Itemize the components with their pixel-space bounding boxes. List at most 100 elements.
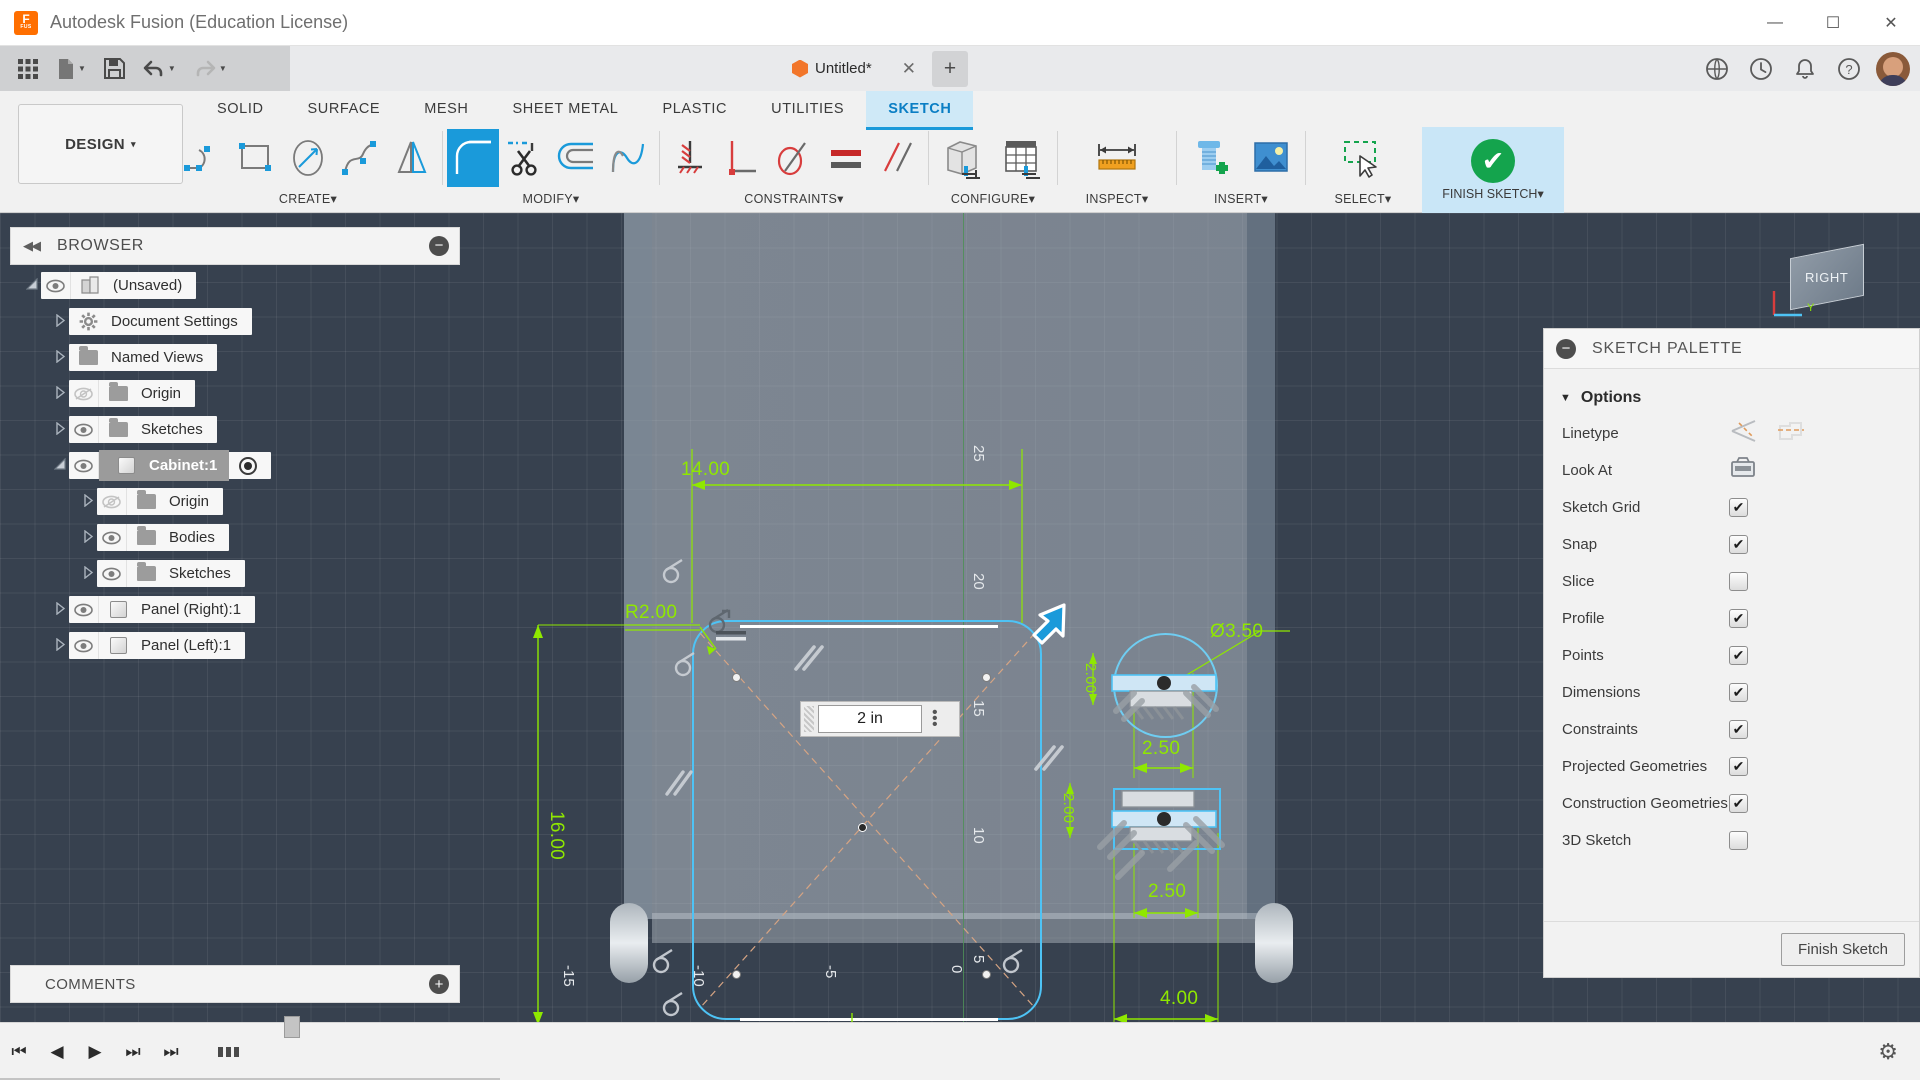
comments-bar[interactable]: COMMENTS + (10, 965, 460, 1003)
minimize-button[interactable]: — (1746, 0, 1804, 46)
parallel-constraint-glyph[interactable] (663, 768, 693, 796)
horizontal-constraint-glyph[interactable] (714, 628, 750, 654)
browser-item-panel-left-1[interactable]: Panel (Left):1 (69, 632, 246, 659)
expand-arrow-closed-icon[interactable] (80, 529, 97, 546)
browser-item-sketches[interactable]: Sketches (69, 416, 217, 443)
hinge-spacing-dim[interactable]: 4.00 (1160, 988, 1198, 1010)
dimension-value-editor[interactable]: ••• (800, 701, 960, 737)
collapse-icon[interactable]: ◀◀ (23, 238, 41, 254)
expand-arrow-closed-icon[interactable] (80, 493, 97, 510)
spline-tool-icon[interactable] (334, 129, 386, 187)
profile-bottom-edge[interactable] (740, 1018, 998, 1021)
drag-grip-icon[interactable] (804, 706, 814, 732)
tangent-constraint-glyph[interactable] (660, 558, 686, 584)
sketch-point[interactable] (732, 673, 741, 682)
palette-row-construction-geometries[interactable]: Construction Geometries ✔ (1544, 785, 1919, 822)
parallel-constraint-icon[interactable] (872, 129, 924, 187)
timeline-play-button[interactable]: ▶ (76, 1029, 114, 1075)
tab-mesh[interactable]: MESH (402, 91, 490, 127)
checkbox-checked[interactable]: ✔ (1729, 720, 1748, 739)
expand-arrow-closed-icon[interactable] (52, 385, 69, 402)
tangent-constraint-icon[interactable] (768, 129, 820, 187)
expand-arrow-closed-icon[interactable] (52, 313, 69, 330)
insert-mcmaster-part-icon[interactable] (1181, 129, 1241, 187)
notifications-icon[interactable] (1788, 52, 1822, 86)
configure-table-icon[interactable] (993, 129, 1053, 187)
hinge-v1-dim[interactable]: 2.00 (1082, 663, 1099, 693)
help-community-icon[interactable] (1700, 52, 1734, 86)
workspace-selector[interactable]: DESIGN ▾ (18, 104, 183, 184)
sketch-point[interactable] (732, 970, 741, 979)
checkbox-checked[interactable]: ✔ (1729, 646, 1748, 665)
timeline-previous-button[interactable]: ◀ (38, 1029, 76, 1075)
tangent-constraint-glyph[interactable] (660, 991, 686, 1017)
checkbox-checked[interactable]: ✔ (1729, 683, 1748, 702)
parallel-constraint-glyph[interactable] (1030, 743, 1068, 771)
width-dim[interactable]: 14.00 (681, 459, 730, 481)
linetype-centerline-icon[interactable] (1776, 419, 1806, 448)
expand-arrow-closed-icon[interactable] (52, 601, 69, 618)
expand-arrow-open-icon[interactable] (24, 277, 41, 294)
palette-row-look-at[interactable]: Look At (1544, 452, 1919, 489)
sketch-point[interactable] (982, 673, 991, 682)
eye-icon[interactable] (97, 560, 127, 587)
activate-component-radio[interactable] (239, 456, 258, 475)
browser-item-bodies[interactable]: Bodies (97, 524, 229, 551)
hole-diameter-dim[interactable]: Ø3.50 (1210, 621, 1263, 643)
palette-row-constraints[interactable]: Constraints ✔ (1544, 711, 1919, 748)
tangent-constraint-glyph[interactable] (650, 948, 676, 974)
save-icon[interactable] (95, 46, 134, 91)
timeline-end-button[interactable]: ⏭ (152, 1029, 190, 1075)
browser-item-cabinet-1[interactable]: Cabinet:1 (69, 450, 272, 481)
chevron-down-icon[interactable]: ▼ (78, 64, 86, 73)
timeline-settings-icon[interactable]: ⚙ (1878, 1039, 1898, 1065)
timeline-begin-button[interactable]: ⏮ (0, 1029, 38, 1075)
close-button[interactable]: ✕ (1862, 0, 1920, 46)
tab-sketch[interactable]: SKETCH (866, 91, 974, 130)
tab-solid[interactable]: SOLID (195, 91, 286, 127)
break-tool-icon[interactable] (603, 129, 655, 187)
palette-row-linetype[interactable]: Linetype (1544, 415, 1919, 452)
expand-arrow-closed-icon[interactable] (52, 637, 69, 654)
eye-icon[interactable] (69, 632, 99, 659)
profile-top-edge[interactable] (740, 625, 998, 628)
app-grid-icon[interactable] (8, 46, 48, 91)
expand-arrow-open-icon[interactable] (52, 457, 69, 474)
browser-item-named-views[interactable]: Named Views (69, 344, 218, 371)
mirror-tool-icon[interactable] (386, 129, 438, 187)
sketch-point[interactable] (982, 970, 991, 979)
eye-off-icon[interactable] (69, 380, 99, 407)
tab-surface[interactable]: SURFACE (286, 91, 403, 127)
panel-configure-label[interactable]: CONFIGURE▾ (951, 191, 1035, 206)
value-options-menu-icon[interactable]: • • • (932, 705, 938, 733)
perpendicular-constraint-icon[interactable] (716, 129, 768, 187)
browser-row[interactable]: Sketches (10, 559, 460, 588)
fix-unfix-constraint-icon[interactable] (664, 129, 716, 187)
eye-icon[interactable] (69, 416, 99, 443)
selected-item-band[interactable]: Cabinet:1 (99, 450, 230, 481)
browser-row[interactable]: (Unsaved) (10, 271, 460, 300)
hinge-v2-dim[interactable]: 2.00 (1060, 793, 1077, 823)
expand-arrow-closed-icon[interactable] (52, 421, 69, 438)
redo-icon[interactable]: ▼ (185, 46, 236, 91)
browser-item-sketches[interactable]: Sketches (97, 560, 245, 587)
tab-sheet-metal[interactable]: SHEET METAL (491, 91, 641, 127)
new-file-icon[interactable]: ▼ (48, 46, 95, 91)
panel-inspect-label[interactable]: INSPECT▾ (1086, 191, 1149, 206)
dimension-value-input[interactable] (818, 705, 922, 733)
chevron-down-icon[interactable]: ▼ (219, 64, 227, 73)
look-at-icon[interactable] (1729, 456, 1757, 485)
recent-icon[interactable] (1744, 52, 1778, 86)
palette-row-dimensions[interactable]: Dimensions ✔ (1544, 674, 1919, 711)
line-tool-icon[interactable] (178, 129, 230, 187)
help-icon[interactable]: ? (1832, 52, 1866, 86)
checkbox-checked[interactable]: ✔ (1729, 609, 1748, 628)
browser-row[interactable]: Panel (Left):1 (10, 631, 460, 660)
rectangle-tool-icon[interactable] (230, 129, 282, 187)
palette-row-slice[interactable]: Slice (1544, 563, 1919, 600)
minimize-palette-icon[interactable]: − (1556, 338, 1576, 359)
browser-row[interactable]: Panel (Right):1 (10, 595, 460, 624)
browser-item-unsaved[interactable]: (Unsaved) (41, 272, 197, 299)
checkbox-checked[interactable]: ✔ (1729, 794, 1748, 813)
offset-tool-icon[interactable] (551, 129, 603, 187)
